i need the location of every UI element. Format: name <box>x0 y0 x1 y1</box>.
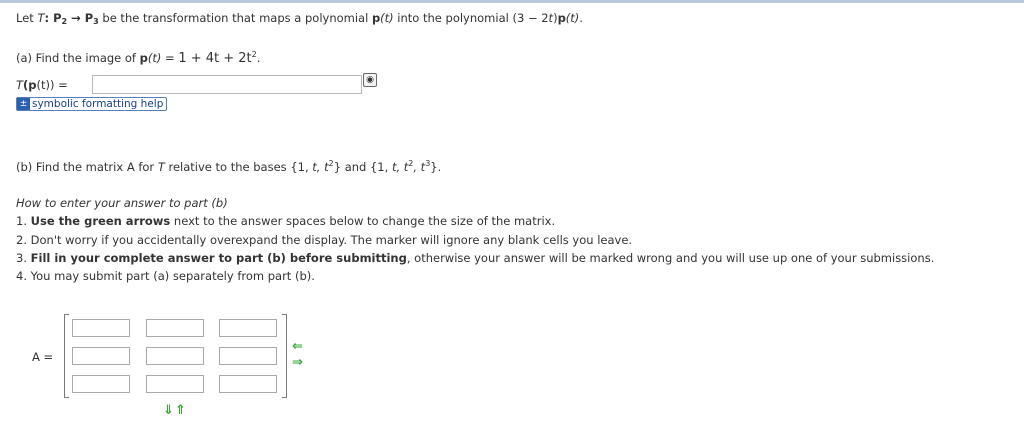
matrix-left-bracket <box>64 314 69 398</box>
part-a-question: (a) Find the image of p(t) = 1 + 4t + 2t… <box>16 50 261 66</box>
matrix-cell[interactable] <box>219 375 277 393</box>
top-border <box>0 0 1024 3</box>
matrix-cell[interactable] <box>219 347 277 365</box>
matrix-cell[interactable] <box>72 319 130 337</box>
howto-item: 4. You may submit part (a) separately fr… <box>16 269 315 283</box>
symbolic-formatting-help-link[interactable]: ± symbolic formatting help <box>16 97 168 111</box>
matrix-cell[interactable] <box>72 375 130 393</box>
howto-item: 1. Use the green arrows next to the answ… <box>16 214 556 228</box>
help-link-label: symbolic formatting help <box>32 98 164 110</box>
matrix-right-bracket <box>282 314 287 398</box>
arrow-up-icon[interactable]: ⇑ <box>175 404 186 417</box>
arrow-down-icon[interactable]: ⇓ <box>163 404 174 417</box>
howto-item: 3. Fill in your complete answer to part … <box>16 251 935 265</box>
howto-title: How to enter your answer to part (b) <box>16 196 228 210</box>
arrow-right-icon[interactable]: ⇒ <box>292 356 303 369</box>
formula-icon: ± <box>17 98 30 110</box>
matrix-cell[interactable] <box>72 347 130 365</box>
eye-icon[interactable]: ◉ <box>363 73 377 87</box>
matrix-cell[interactable] <box>146 319 204 337</box>
matrix-label: A = <box>32 350 54 364</box>
matrix-cell[interactable] <box>146 347 204 365</box>
matrix-cell[interactable] <box>146 375 204 393</box>
part-a-answer-label: T(p(t)) = <box>16 78 68 92</box>
matrix-cell[interactable] <box>219 319 277 337</box>
arrow-left-icon[interactable]: ⇐ <box>292 340 303 353</box>
part-b-question: (b) Find the matrix A for T relative to … <box>16 159 442 174</box>
howto-item: 2. Don't worry if you accidentally overe… <box>16 233 633 247</box>
problem-statement: Let T: P2 → P3 be the transformation tha… <box>16 11 583 26</box>
part-a-answer-input[interactable] <box>92 75 362 94</box>
